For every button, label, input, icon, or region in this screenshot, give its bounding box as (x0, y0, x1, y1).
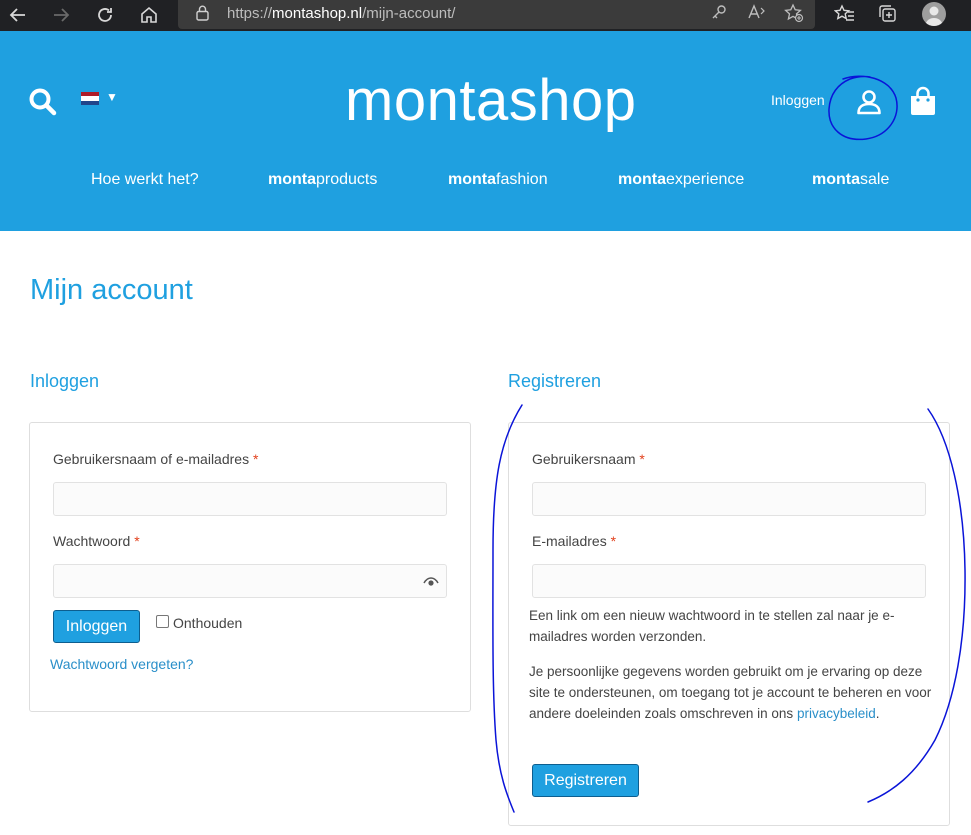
login-username-label-text: Gebruikersnaam of e-mailadres (53, 451, 250, 467)
logo-bold: monta (345, 68, 509, 133)
register-email-input[interactable] (532, 564, 926, 598)
nav-item-label: experience (666, 171, 745, 188)
login-username-label: Gebruikersnaam of e-mailadres * (53, 451, 258, 467)
register-email-label: E-mailadres * (532, 533, 616, 549)
back-arrow-icon[interactable] (6, 3, 30, 27)
lock-icon[interactable] (196, 5, 209, 21)
url-prefix: https:// (227, 5, 273, 22)
register-username-label-text: Gebruikersnaam (532, 451, 636, 467)
logo-light: shop (508, 68, 637, 133)
register-heading: Registreren (508, 371, 602, 391)
forward-arrow-icon[interactable] (49, 3, 73, 27)
chevron-down-icon[interactable]: ▼ (106, 90, 118, 104)
nav-item-hoe-werkt-het[interactable]: Hoe werkt het? (91, 171, 199, 189)
site-header: ▼ montashop Inloggen Hoe werkt het? mont… (0, 31, 971, 231)
nav-item-experience[interactable]: montaexperience (618, 171, 744, 189)
nav-item-label: sale (860, 171, 890, 188)
nav-item-sale[interactable]: montasale (812, 171, 889, 189)
remember-me-label[interactable]: Onthouden (173, 615, 242, 631)
key-icon[interactable] (708, 3, 730, 25)
remember-me-checkbox[interactable] (156, 615, 169, 628)
privacy-notice: Je persoonlijke gegevens worden gebruikt… (529, 661, 934, 724)
required-marker: * (252, 451, 259, 467)
shopping-bag-icon[interactable] (909, 86, 937, 116)
profile-avatar[interactable] (922, 2, 946, 26)
register-submit-button[interactable]: Registreren (532, 764, 639, 797)
privacy-policy-link[interactable]: privacybeleid (797, 706, 876, 721)
login-password-input[interactable] (53, 564, 447, 598)
register-username-input[interactable] (532, 482, 926, 516)
user-account-icon[interactable] (854, 87, 884, 117)
reload-icon[interactable] (93, 3, 117, 27)
forgot-password-link[interactable]: Wachtwoord vergeten? (50, 656, 193, 672)
login-password-label-text: Wachtwoord (53, 533, 131, 549)
login-heading: Inloggen (30, 371, 100, 391)
add-favorite-icon[interactable] (783, 3, 805, 25)
url-domain: montashop.nl (272, 5, 363, 22)
nav-item-fashion[interactable]: montafashion (448, 171, 548, 189)
nav-item-label: products (316, 171, 378, 188)
address-bar[interactable]: https://montashop.nl/mijn-account/ (178, 0, 815, 29)
required-marker: * (639, 451, 645, 467)
nav-item-products[interactable]: montaproducts (268, 171, 377, 189)
read-aloud-icon[interactable] (746, 3, 768, 25)
search-icon[interactable] (28, 87, 58, 117)
nav-item-prefix: monta (448, 171, 496, 188)
netherlands-flag-icon[interactable] (81, 92, 99, 105)
url-text: https://montashop.nl/mijn-account/ (227, 5, 455, 22)
browser-toolbar: https://montashop.nl/mijn-account/ (0, 0, 971, 31)
login-password-label: Wachtwoord * (53, 533, 140, 549)
nav-item-label: fashion (496, 171, 548, 188)
nav-item-label: Hoe werkt het? (91, 171, 199, 188)
collections-icon[interactable] (876, 3, 900, 27)
required-marker: * (610, 533, 617, 549)
password-link-info-text: Een link om een nieuw wachtwoord in te s… (529, 608, 895, 644)
nav-item-prefix: monta (812, 171, 860, 188)
nav-item-prefix: monta (268, 171, 316, 188)
home-icon[interactable] (137, 3, 161, 27)
register-username-label: Gebruikersnaam * (532, 451, 645, 467)
favorites-icon[interactable] (833, 3, 857, 27)
login-submit-button[interactable]: Inloggen (53, 610, 140, 643)
page-title: Mijn account (30, 274, 193, 306)
nav-item-prefix: monta (618, 171, 666, 188)
privacy-notice-end: . (875, 706, 880, 721)
site-logo[interactable]: montashop (345, 67, 636, 134)
register-email-label-text: E-mailadres (532, 533, 607, 549)
url-path: /mijn-account/ (362, 5, 456, 22)
required-marker: * (134, 533, 140, 549)
login-username-input[interactable] (53, 482, 447, 516)
show-password-eye-icon[interactable] (423, 577, 439, 587)
header-login-link[interactable]: Inloggen (771, 92, 825, 108)
main-navigation: Hoe werkt het? montaproducts montafashio… (0, 171, 971, 191)
